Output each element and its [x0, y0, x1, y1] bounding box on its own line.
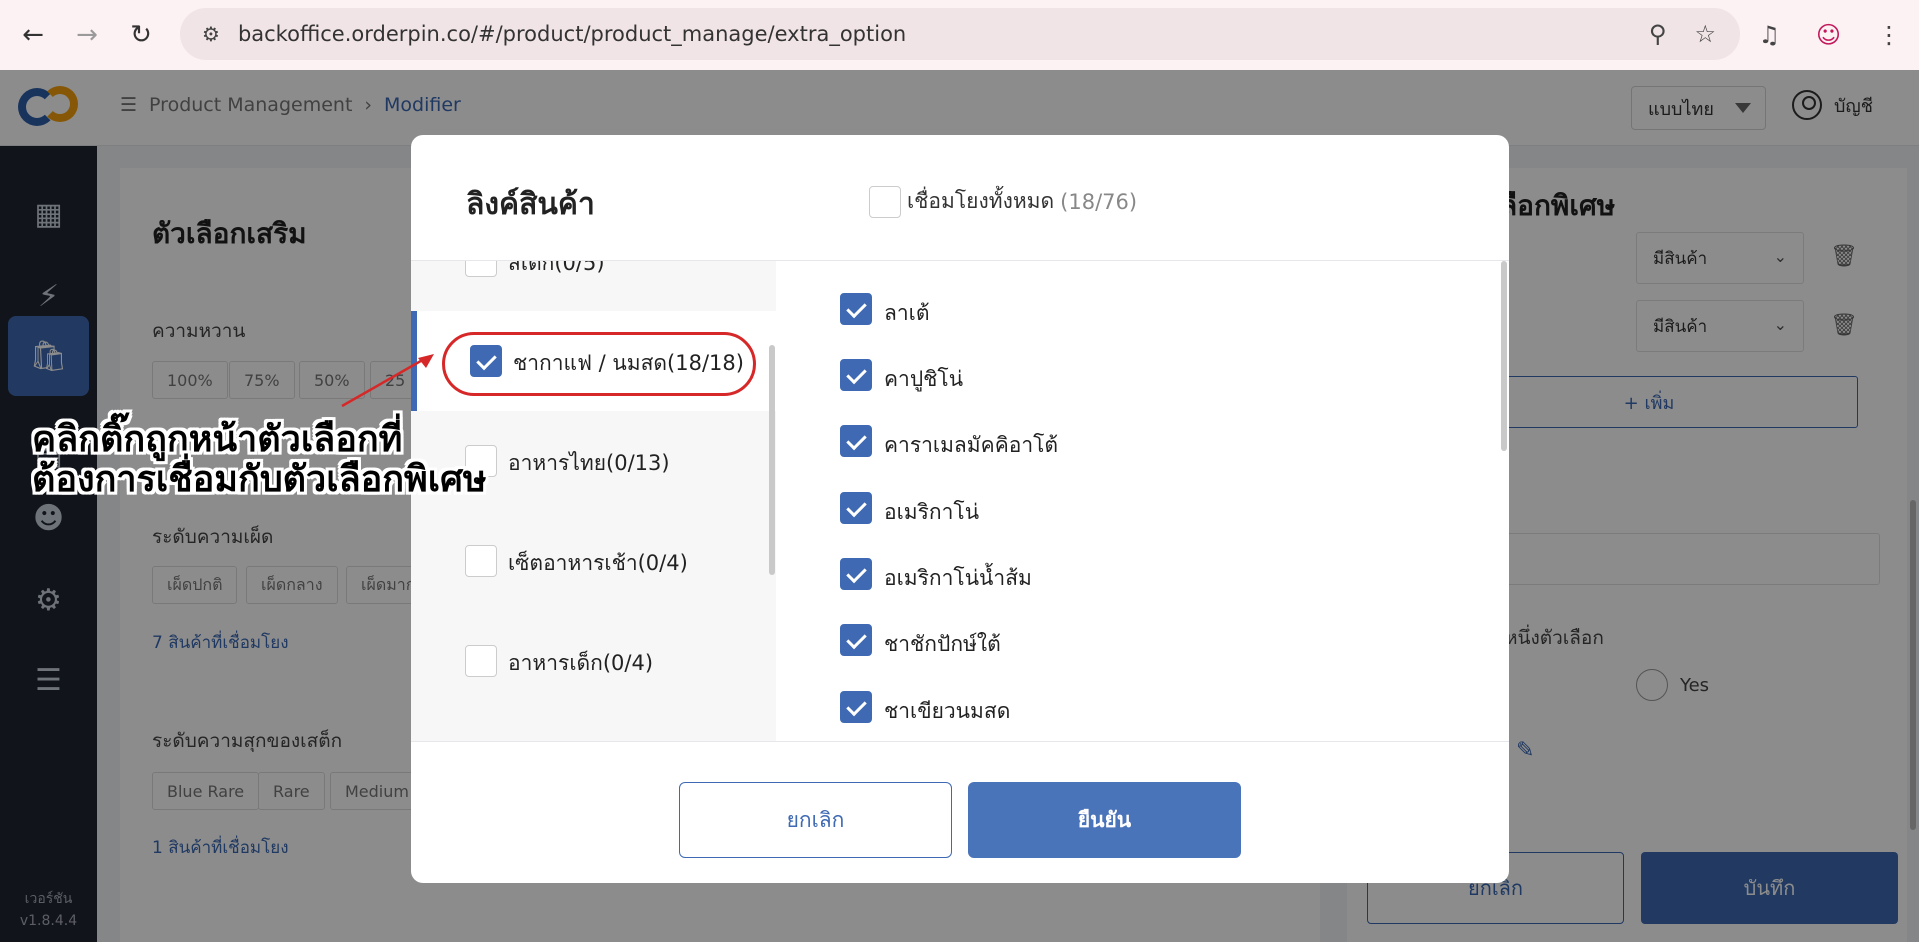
product-item[interactable]: อเมริกาโน่: [840, 490, 1440, 530]
link-all-count: (18/76): [1060, 189, 1138, 214]
profile-icon[interactable]: ☺: [1816, 21, 1841, 49]
product-checkbox[interactable]: [840, 624, 872, 656]
category-item[interactable]: เซ็ตอาหารเช้า(0/4): [411, 511, 776, 611]
modal-confirm-button[interactable]: ยืนยัน: [968, 782, 1241, 858]
product-label: ชาชักปักษ์ใต้: [884, 632, 1001, 656]
product-item[interactable]: คาปูชิโน่: [840, 357, 1440, 397]
modal-footer: ยกเลิก ยืนยัน: [411, 741, 1509, 883]
annotation-highlight-ring: [442, 332, 756, 396]
product-item[interactable]: ชาชักปักษ์ใต้: [840, 622, 1440, 662]
product-label: คาราเมลมัคคิอาโต้: [884, 433, 1059, 457]
product-item[interactable]: อเมริกาโน่น้ำส้ม: [840, 556, 1440, 596]
category-label: สเต็ก(0/5): [508, 261, 605, 275]
annotation-callout: คลิกติ๊กถูกหน้าตัวเลือกที่ ต้องการเชื่อม…: [32, 420, 487, 500]
media-control-icon[interactable]: ♫: [1758, 21, 1780, 49]
category-label: อาหารเด็ก(0/4): [508, 651, 654, 675]
product-list[interactable]: ลาเต้ คาปูชิโน่ คาราเมลมัคคิอาโต้ อเมริก…: [776, 261, 1509, 741]
category-checkbox[interactable]: [465, 545, 497, 577]
category-checkbox[interactable]: [465, 645, 497, 677]
category-item[interactable]: สเต็ก(0/5): [411, 261, 776, 311]
forward-icon[interactable]: →: [60, 8, 114, 62]
link-all-control[interactable]: เชื่อมโยงทั้งหมด (18/76): [869, 185, 1137, 218]
annotation-line-1: คลิกติ๊กถูกหน้าตัวเลือกที่: [32, 419, 403, 460]
product-checkbox[interactable]: [840, 691, 872, 723]
product-checkbox[interactable]: [840, 558, 872, 590]
product-label: คาปูชิโน่: [884, 367, 964, 391]
modal-title: ลิงค์สินค้า: [466, 187, 595, 222]
link-all-checkbox[interactable]: [869, 185, 901, 218]
browser-toolbar: ← → ↻ ⚙ backoffice.orderpin.co/#/product…: [0, 0, 1919, 70]
product-label: ลาเต้: [884, 301, 930, 325]
category-item[interactable]: อาหารเด็ก(0/4): [411, 611, 776, 711]
product-label: อเมริกาโน่น้ำส้ม: [884, 566, 1032, 590]
back-icon[interactable]: ←: [6, 8, 60, 62]
product-item[interactable]: คาราเมลมัคคิอาโต้: [840, 423, 1440, 463]
annotation-arrow: [341, 354, 434, 408]
annotation-line-2: ต้องการเชื่อมกับตัวเลือกพิเศษ: [32, 459, 487, 500]
zoom-icon[interactable]: ⚲: [1649, 20, 1667, 48]
product-label: ชาเขียวนมสด: [884, 699, 1011, 723]
url-text: backoffice.orderpin.co/#/product/product…: [237, 22, 907, 46]
modal-header: ลิงค์สินค้า เชื่อมโยงทั้งหมด (18/76): [411, 135, 1509, 261]
category-scrollbar[interactable]: [769, 345, 775, 575]
product-checkbox[interactable]: [840, 293, 872, 325]
product-checkbox[interactable]: [840, 425, 872, 457]
product-checkbox[interactable]: [840, 359, 872, 391]
link-products-modal: ลิงค์สินค้า เชื่อมโยงทั้งหมด (18/76) สเต…: [411, 135, 1509, 883]
product-scrollbar[interactable]: [1501, 261, 1507, 451]
product-checkbox[interactable]: [840, 492, 872, 524]
reload-icon[interactable]: ↻: [114, 8, 168, 62]
product-label: อเมริกาโน่: [884, 500, 980, 524]
category-checkbox[interactable]: [465, 261, 497, 277]
product-item[interactable]: ลาเต้: [840, 291, 1440, 331]
site-settings-icon[interactable]: ⚙: [202, 22, 220, 46]
bookmark-star-icon[interactable]: ☆: [1694, 20, 1716, 48]
product-item[interactable]: ชาเขียวนมสด: [840, 689, 1440, 729]
modal-cancel-button[interactable]: ยกเลิก: [679, 782, 952, 858]
category-label: อาหารไทย(0/13): [508, 451, 670, 475]
browser-menu-icon[interactable]: ⋮: [1877, 21, 1901, 49]
address-bar[interactable]: ⚙ backoffice.orderpin.co/#/product/produ…: [180, 8, 1740, 60]
link-all-label: เชื่อมโยงทั้งหมด: [907, 189, 1055, 213]
category-label: เซ็ตอาหารเช้า(0/4): [508, 551, 688, 575]
